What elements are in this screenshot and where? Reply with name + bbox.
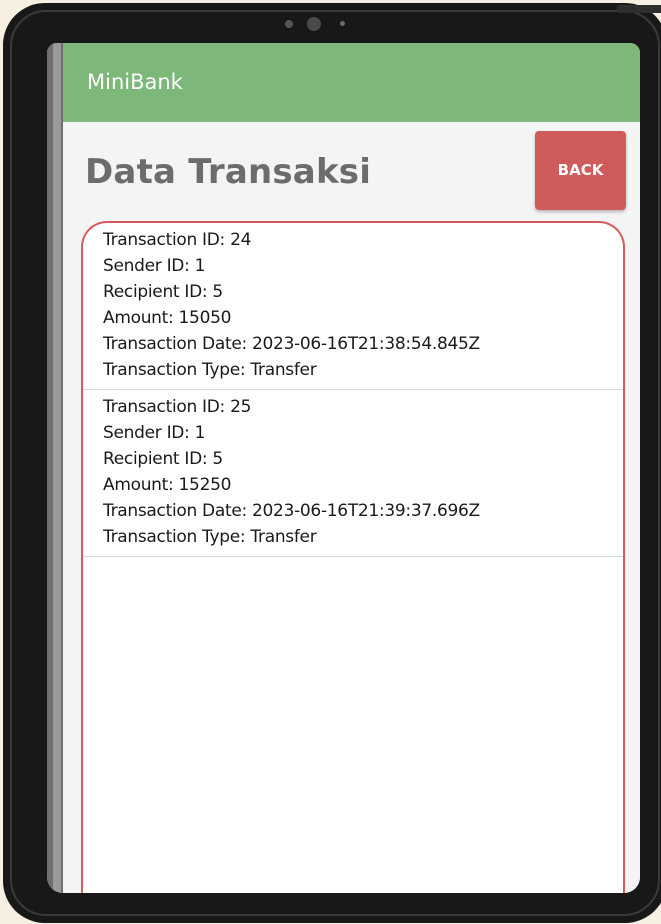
main-content: Data Transaksi BACK Transaction ID: 24 S…: [63, 122, 640, 893]
power-button: [617, 5, 661, 13]
sender-id: Sender ID: 1: [103, 423, 206, 443]
camera-lens-icon: [307, 17, 321, 31]
transaction-item[interactable]: Transaction ID: 24 Sender ID: 1 Recipien…: [83, 223, 623, 390]
transaction-date: Transaction Date: 2023-06-16T21:38:54.84…: [103, 334, 480, 354]
sender-id: Sender ID: 1: [103, 256, 206, 276]
transaction-date: Transaction Date: 2023-06-16T21:39:37.69…: [103, 501, 480, 521]
transaction-type: Transaction Type: Transfer: [103, 360, 317, 380]
tablet-device-frame: MiniBank Data Transaksi BACK Transaction…: [3, 3, 661, 923]
back-button[interactable]: BACK: [535, 131, 626, 210]
camera-dot-left: [285, 20, 293, 28]
transaction-id: Transaction ID: 25: [103, 397, 252, 417]
transaction-id: Transaction ID: 24: [103, 230, 252, 250]
amount: Amount: 15050: [103, 308, 232, 328]
app-bar: MiniBank: [63, 43, 640, 122]
recipient-id: Recipient ID: 5: [103, 282, 223, 302]
screen-left-edge: [47, 43, 63, 893]
recipient-id: Recipient ID: 5: [103, 449, 223, 469]
sensor-dot: [340, 21, 345, 26]
app-title: MiniBank: [87, 70, 183, 94]
page-title: Data Transaksi: [85, 152, 372, 192]
transaction-list[interactable]: Transaction ID: 24 Sender ID: 1 Recipien…: [81, 221, 625, 893]
transaction-item[interactable]: Transaction ID: 25 Sender ID: 1 Recipien…: [83, 390, 623, 557]
transaction-type: Transaction Type: Transfer: [103, 527, 317, 547]
app-screen: MiniBank Data Transaksi BACK Transaction…: [47, 43, 640, 893]
amount: Amount: 15250: [103, 475, 232, 495]
